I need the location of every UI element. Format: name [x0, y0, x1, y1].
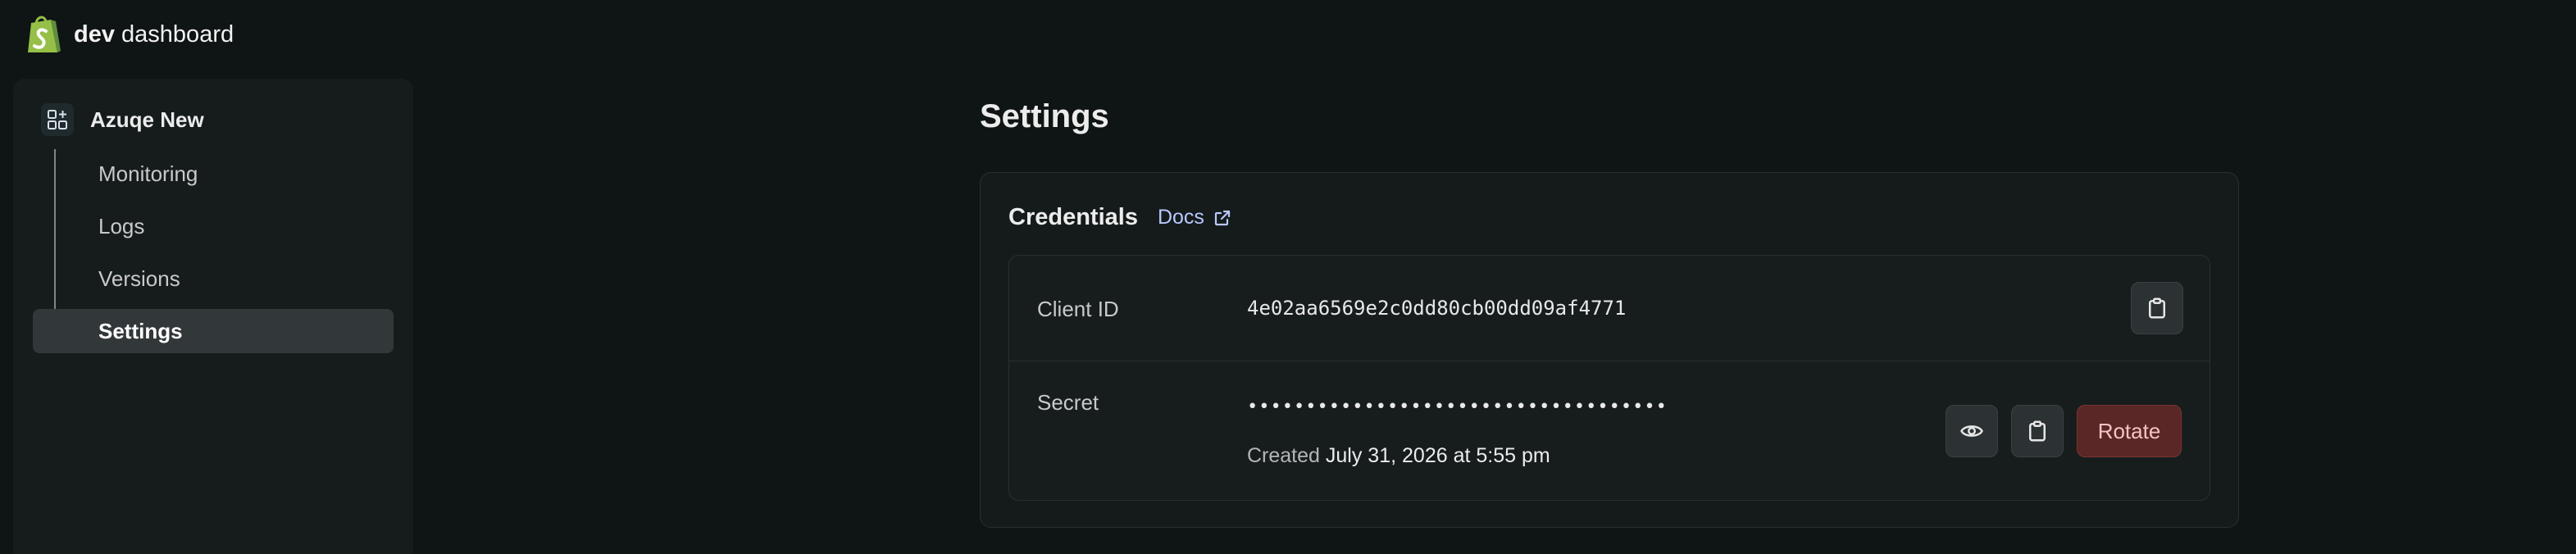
sidebar-item-label: Versions — [98, 266, 180, 291]
sidebar: Azuqe New Monitoring Logs Versions Setti… — [13, 79, 413, 554]
sidebar-item-logs[interactable]: Logs — [33, 204, 394, 248]
eye-icon — [1960, 425, 1983, 437]
credentials-header: Credentials Docs — [1008, 204, 1232, 231]
brand-bold-text: dev — [74, 20, 115, 48]
clipboard-icon — [2149, 297, 2165, 319]
copy-client-id-button[interactable] — [2131, 282, 2183, 334]
sidebar-item-versions[interactable]: Versions — [33, 257, 394, 301]
top-bar: dev dashboard — [25, 13, 234, 56]
rotate-secret-button[interactable]: Rotate — [2077, 405, 2182, 457]
credentials-title: Credentials — [1008, 204, 1138, 230]
sidebar-item-monitoring[interactable]: Monitoring — [33, 152, 394, 196]
credentials-card: Credentials Docs Client ID 4e02aa6569e2c… — [980, 172, 2239, 528]
apps-grid-icon — [41, 103, 74, 136]
created-prefix: Created — [1247, 444, 1320, 467]
brand-title: dev dashboard — [74, 21, 234, 48]
secret-created-text: Created July 31, 2026 at 5:55 pm — [1247, 444, 1550, 468]
reveal-secret-button[interactable] — [1946, 405, 1998, 457]
sidebar-app-header[interactable]: Azuqe New — [41, 103, 204, 136]
sidebar-item-label: Logs — [98, 213, 145, 238]
docs-link-label: Docs — [1157, 206, 1204, 229]
app-name: Azuqe New — [90, 107, 204, 132]
copy-secret-button[interactable] — [2011, 405, 2064, 457]
created-date: July 31, 2026 at 5:55 pm — [1325, 444, 1550, 467]
credentials-table: Client ID 4e02aa6569e2c0dd80cb00dd09af47… — [1008, 255, 2210, 501]
secret-label: Secret — [1037, 390, 1099, 415]
page-title: Settings — [980, 98, 1109, 134]
secret-masked-value: •••••••••••••••••••••••••••••••••••• — [1247, 397, 1668, 417]
shopify-logo-icon[interactable] — [25, 13, 62, 56]
client-id-label: Client ID — [1037, 297, 1119, 321]
brand-rest-text: dashboard — [121, 20, 234, 48]
docs-link[interactable]: Docs — [1158, 206, 1232, 229]
sidebar-item-label: Monitoring — [98, 161, 198, 186]
sidebar-item-label: Settings — [98, 318, 183, 343]
external-link-icon — [1214, 210, 1231, 225]
clipboard-icon — [2029, 420, 2046, 442]
sidebar-item-settings[interactable]: Settings — [33, 309, 394, 353]
client-id-value: 4e02aa6569e2c0dd80cb00dd09af4771 — [1247, 297, 1627, 320]
